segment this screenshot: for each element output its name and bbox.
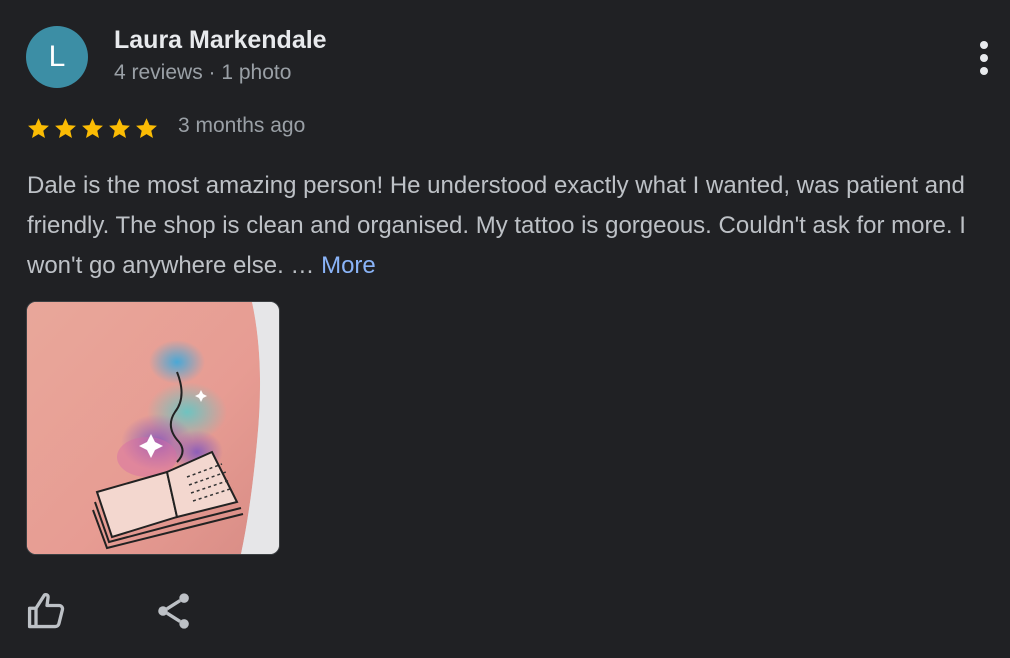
author-meta: 4 reviews · 1 photo — [114, 61, 292, 84]
review-text-block: Dale is the most amazing person! He unde… — [27, 166, 997, 286]
star-icon — [28, 117, 49, 138]
review-photo[interactable] — [26, 301, 280, 555]
thumbs-up-icon — [27, 593, 65, 629]
review-time: 3 months ago — [178, 114, 306, 137]
share-button[interactable] — [152, 589, 196, 633]
tattoo-photo — [27, 302, 279, 554]
more-link[interactable]: More — [321, 252, 376, 279]
star-icon — [55, 117, 76, 138]
author-name[interactable]: Laura Markendale — [114, 26, 327, 55]
share-icon — [158, 593, 189, 629]
like-button[interactable] — [25, 589, 69, 633]
more-vertical-icon[interactable] — [970, 38, 1000, 78]
star-icon — [109, 117, 130, 138]
star-rating — [26, 113, 161, 143]
avatar[interactable]: L — [26, 26, 88, 88]
star-icon — [136, 117, 157, 138]
star-icon — [82, 117, 103, 138]
review-text: Dale is the most amazing person! He unde… — [27, 172, 966, 279]
review-card: L Laura Markendale 4 reviews · 1 photo 3… — [0, 0, 1010, 658]
